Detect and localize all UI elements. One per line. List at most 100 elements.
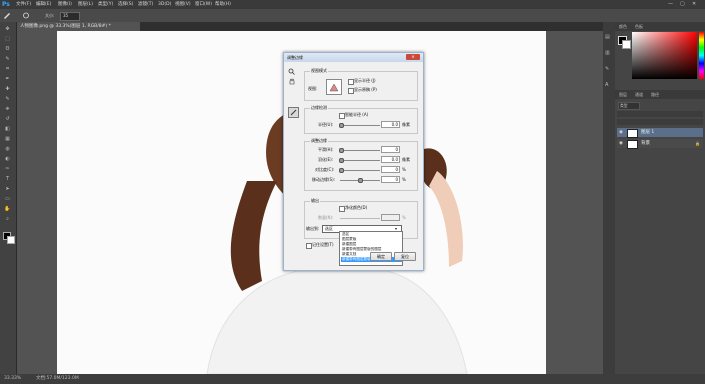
menu-item[interactable]: 图层(L) xyxy=(78,1,93,8)
document-tab[interactable]: 人物图像.png @ 33.3%(图层 1, RGB/8#) * xyxy=(17,22,140,31)
layer-kind-filter[interactable]: 类型 xyxy=(618,102,640,110)
quick-select-tool-icon[interactable]: ✎ xyxy=(3,56,12,62)
show-radius-label: 显示半径 (J) xyxy=(354,78,376,83)
history-brush-icon[interactable]: ↺ xyxy=(3,116,12,122)
tab-color[interactable]: 颜色 xyxy=(619,24,627,30)
color-picker-field[interactable] xyxy=(632,32,697,79)
marquee-tool-icon[interactable]: ⬚ xyxy=(3,36,12,42)
dialog-title: 调整边缘 xyxy=(287,55,303,60)
menu-item[interactable]: 窗口(W) xyxy=(195,1,212,8)
hue-slider[interactable] xyxy=(699,32,704,79)
layer-fill-row xyxy=(617,119,703,125)
menu-item[interactable]: 选择(S) xyxy=(118,1,133,8)
layer-options-row xyxy=(617,111,703,117)
remember-settings-label: 记住设置(T) xyxy=(312,242,334,247)
tool-preset-icon[interactable] xyxy=(3,12,11,19)
lasso-tool-icon[interactable]: ʘ xyxy=(3,46,12,52)
blur-tool-icon[interactable]: ◍ xyxy=(3,146,12,152)
shape-tool-icon[interactable]: ▭ xyxy=(3,196,12,202)
zoom-tool-icon[interactable] xyxy=(288,68,295,75)
feather-field[interactable]: 0.0 xyxy=(381,156,400,163)
tab-layers[interactable]: 图层 xyxy=(619,92,627,98)
menu-item[interactable]: 编辑(E) xyxy=(36,1,51,8)
visibility-eye-icon[interactable]: ◉ xyxy=(619,139,623,148)
brush-panel-icon[interactable]: ✎ xyxy=(605,66,613,72)
contrast-slider-knob[interactable] xyxy=(339,168,344,173)
smooth-label: 平滑(H): xyxy=(318,147,334,152)
path-select-tool-icon[interactable]: ➤ xyxy=(3,186,12,192)
layer-kind-label: 类型 xyxy=(620,103,628,108)
menu-item[interactable]: 帮助(H) xyxy=(215,1,231,8)
amount-label: 数量(N): xyxy=(318,215,334,220)
view-mode-legend: 视图模式 xyxy=(310,68,328,73)
contrast-field[interactable]: 0 xyxy=(381,166,400,173)
eraser-tool-icon[interactable]: ◧ xyxy=(3,126,12,132)
radius-slider-knob[interactable] xyxy=(339,123,344,128)
move-tool-icon[interactable]: ✥ xyxy=(3,26,12,32)
brush-tool-icon[interactable]: ✎ xyxy=(3,96,12,102)
close-window-button[interactable]: ✕ xyxy=(692,1,696,7)
radius-unit: 像素 xyxy=(402,122,410,127)
gradient-tool-icon[interactable]: ▦ xyxy=(3,136,12,142)
menu-item[interactable]: 图像(I) xyxy=(58,1,72,8)
size-label: 大小: xyxy=(45,13,55,18)
smart-radius-label: 智能半径 (A) xyxy=(345,112,369,117)
feather-slider[interactable] xyxy=(340,160,380,161)
view-mode-group xyxy=(304,71,418,101)
menu-item[interactable]: 3D(D) xyxy=(158,1,171,8)
character-icon[interactable]: A xyxy=(605,82,613,88)
clone-stamp-icon[interactable]: ⎈ xyxy=(3,106,12,112)
brush-icon[interactable] xyxy=(22,12,30,19)
minimize-button[interactable]: — xyxy=(668,1,673,7)
layer-thumbnail xyxy=(627,140,638,149)
hand-tool-icon[interactable]: ✋ xyxy=(3,206,12,212)
eyedropper-tool-icon[interactable]: ✒ xyxy=(3,76,12,82)
smooth-slider-knob[interactable] xyxy=(339,148,344,153)
amount-slider xyxy=(340,218,380,219)
dialog-titlebar: 调整边缘 ✕ xyxy=(284,53,423,62)
layer-row[interactable]: ◉ 背景 🔒 xyxy=(617,139,703,149)
contrast-unit: % xyxy=(402,167,406,172)
crop-tool-icon[interactable]: ⌗ xyxy=(3,66,12,72)
tab-swatches[interactable]: 色板 xyxy=(635,24,643,30)
radius-slider[interactable] xyxy=(340,125,380,126)
ok-button[interactable]: 确定 xyxy=(370,252,392,261)
menu-item[interactable]: 文件(F) xyxy=(16,1,31,8)
size-field[interactable]: 35 xyxy=(60,12,80,21)
menu-item[interactable]: 类型(Y) xyxy=(98,1,113,8)
feather-slider-knob[interactable] xyxy=(339,158,344,163)
radius-field[interactable]: 0.0 xyxy=(381,121,400,128)
view-label: 视图: xyxy=(308,86,318,91)
dialog-close-icon[interactable]: ✕ xyxy=(406,54,420,60)
contrast-slider[interactable] xyxy=(340,170,380,171)
tab-paths[interactable]: 路径 xyxy=(651,92,659,98)
view-thumbnail[interactable] xyxy=(326,79,342,95)
pen-tool-icon[interactable]: ✑ xyxy=(3,166,12,172)
dodge-tool-icon[interactable]: ◐ xyxy=(3,156,12,162)
tab-channels[interactable]: 通道 xyxy=(635,92,643,98)
layers-panel-tabs: 图层 通道 路径 xyxy=(615,90,705,99)
menu-item[interactable]: 滤镜(T) xyxy=(138,1,153,8)
smooth-slider[interactable] xyxy=(340,150,380,151)
layer-row[interactable]: ◉ 图层 1 xyxy=(617,128,703,138)
background-color-swatch[interactable] xyxy=(7,236,15,244)
zoom-tool-icon[interactable]: ⌕ xyxy=(3,216,12,222)
menu-item[interactable]: 视图(V) xyxy=(175,1,191,8)
document-tabs: 人物图像.png @ 33.3%(图层 1, RGB/8#) * xyxy=(17,22,607,31)
type-tool-icon[interactable]: T xyxy=(3,176,12,182)
hand-tool-icon[interactable] xyxy=(288,78,295,85)
healing-brush-icon[interactable]: ✚ xyxy=(3,86,12,92)
shift-edge-slider-knob[interactable] xyxy=(358,178,363,183)
panel-background-swatch[interactable] xyxy=(622,40,631,49)
shift-edge-field[interactable]: 0 xyxy=(381,176,400,183)
history-icon[interactable]: ▤ xyxy=(605,34,613,40)
smooth-field[interactable]: 0 xyxy=(381,146,400,153)
output-to-label: 输出到: xyxy=(306,226,320,231)
refine-radius-tool-icon[interactable] xyxy=(288,107,299,118)
properties-icon[interactable]: ▥ xyxy=(605,50,613,56)
reset-button[interactable]: 复位 xyxy=(394,252,416,261)
visibility-eye-icon[interactable]: ◉ xyxy=(619,128,623,137)
menu-bar: Ps 文件(F) 编辑(E) 图像(I) 图层(L) 类型(Y) 选择(S) 滤镜(T) 3D… xyxy=(0,0,705,9)
maximize-button[interactable]: ▢ xyxy=(680,1,685,7)
show-original-label: 显示原稿 (P) xyxy=(354,87,377,92)
